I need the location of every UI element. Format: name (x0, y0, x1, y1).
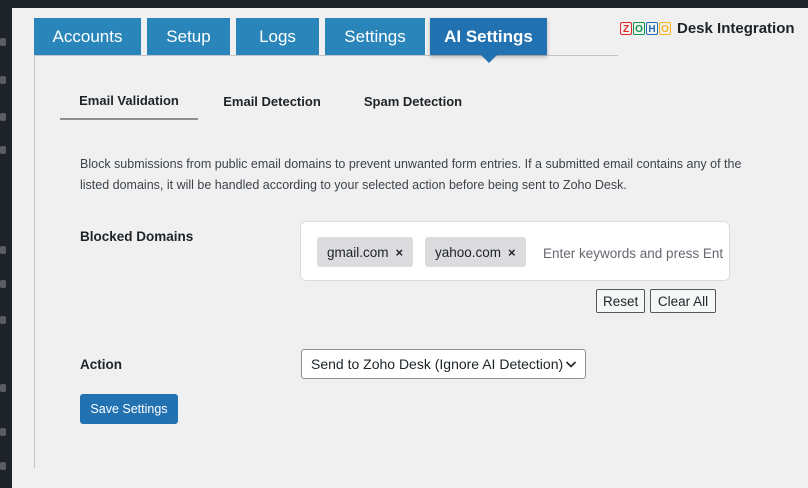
tab-settings[interactable]: Settings (325, 18, 425, 55)
tab-ai-settings[interactable]: AI Settings (430, 18, 547, 63)
domain-tag-label: yahoo.com (435, 244, 502, 260)
zoho-logo-letter: O (633, 22, 645, 35)
domain-tag: gmail.com × (317, 237, 414, 267)
tab-logs[interactable]: Logs (236, 18, 319, 55)
remove-tag-icon[interactable]: × (508, 245, 516, 260)
menu-icon[interactable] (0, 462, 6, 470)
admin-sidebar (0, 0, 12, 488)
admin-topbar (12, 0, 808, 8)
brand-title: Desk Integration (677, 20, 795, 37)
blocked-domains-field[interactable]: gmail.com × yahoo.com × (300, 221, 730, 281)
menu-icon[interactable] (0, 146, 6, 154)
menu-icon[interactable] (0, 246, 6, 254)
action-select[interactable]: Send to Zoho Desk (Ignore AI Detection) (301, 349, 586, 379)
remove-tag-icon[interactable]: × (396, 245, 404, 260)
brand: Z O H O Desk Integration (620, 20, 795, 37)
zoho-logo-letter: Z (620, 22, 632, 35)
domain-tag: yahoo.com × (425, 237, 526, 267)
domain-tag-label: gmail.com (327, 244, 389, 260)
keyword-input[interactable] (541, 237, 725, 269)
menu-icon[interactable] (0, 280, 6, 288)
description-text: Block submissions from public email doma… (80, 157, 742, 192)
blocked-domains-label: Blocked Domains (80, 229, 194, 244)
subtab-email-detection[interactable]: Email Detection (210, 82, 334, 120)
save-settings-button[interactable]: Save Settings (80, 394, 178, 424)
zoho-logo-letter: O (659, 22, 671, 35)
reset-button[interactable]: Reset (596, 289, 645, 313)
chevron-down-icon (565, 361, 577, 368)
menu-icon[interactable] (0, 113, 6, 121)
menu-icon[interactable] (0, 428, 6, 436)
menu-icon[interactable] (0, 316, 6, 324)
subtab-email-validation[interactable]: Email Validation (60, 82, 198, 120)
panel-border (34, 56, 35, 468)
zoho-logo-letter: H (646, 22, 658, 35)
tabs-divider (34, 55, 618, 56)
action-label: Action (80, 357, 122, 372)
zoho-logo: Z O H O (620, 22, 671, 35)
tab-setup[interactable]: Setup (147, 18, 230, 55)
menu-icon[interactable] (0, 38, 6, 46)
subtab-spam-detection[interactable]: Spam Detection (350, 82, 476, 120)
menu-icon[interactable] (0, 384, 6, 392)
menu-icon[interactable] (0, 76, 6, 84)
action-selected-value: Send to Zoho Desk (Ignore AI Detection) (311, 356, 564, 372)
tab-accounts[interactable]: Accounts (34, 18, 141, 55)
clear-all-button[interactable]: Clear All (650, 289, 716, 313)
